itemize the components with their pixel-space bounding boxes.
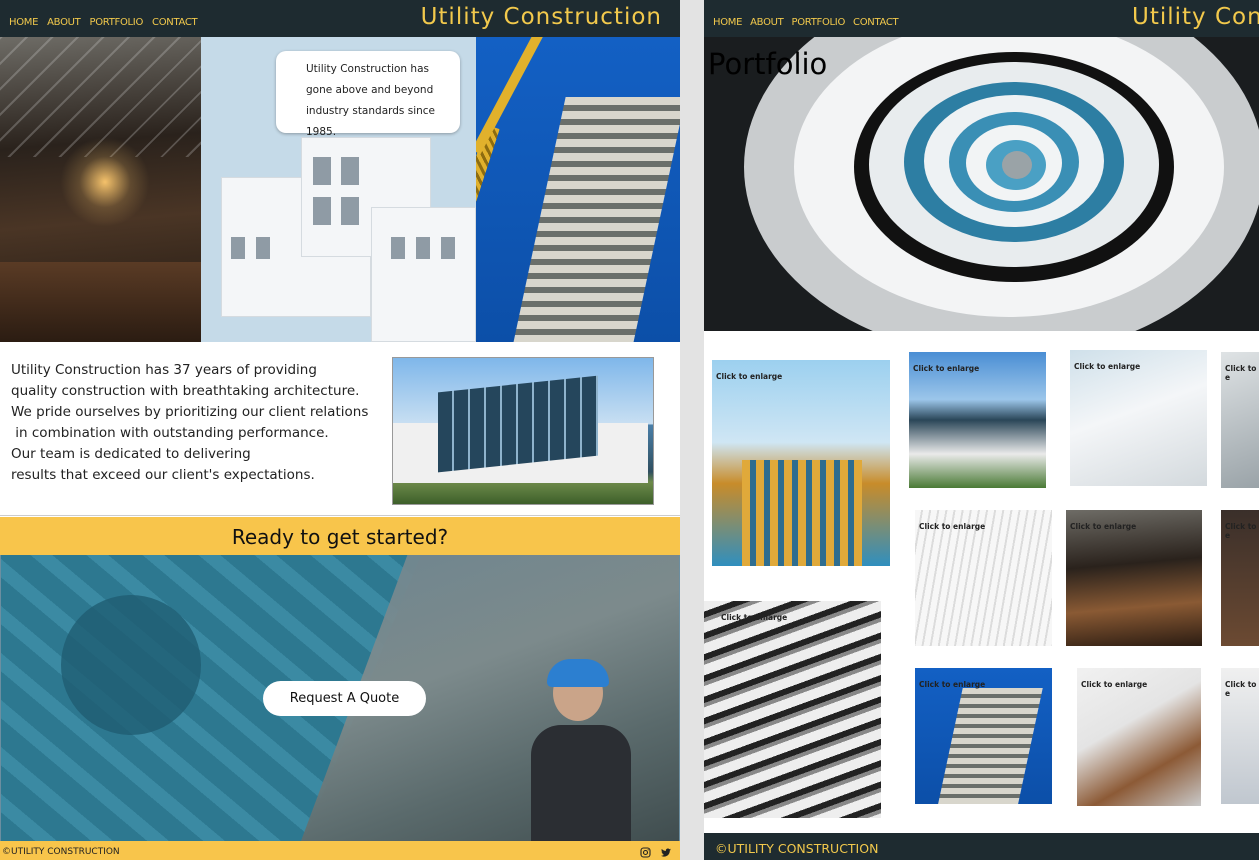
portfolio-thumbnail[interactable]: Click to e (1221, 352, 1259, 488)
page-title: Portfolio (708, 47, 828, 81)
thumbnail-label: Click to enlarge (1074, 362, 1141, 371)
thumbnail-label: Click to e (1225, 522, 1257, 540)
quote-section: Request A Quote (0, 555, 680, 841)
request-quote-button[interactable]: Request A Quote (263, 681, 426, 716)
nav-contact[interactable]: CONTACT (853, 17, 899, 28)
office-building-photo (392, 357, 654, 505)
portfolio-thumbnail[interactable]: Click to enlarge (712, 360, 890, 566)
nav-portfolio[interactable]: PORTFOLIO (791, 17, 845, 28)
top-nav: HOME ABOUT PORTFOLIO CONTACT Utility Con… (0, 0, 680, 37)
portfolio-thumbnail[interactable]: Click to enlarge (1077, 668, 1201, 806)
thumbnail-label: Click to enlarge (716, 372, 783, 381)
cta-heading: Ready to get started? (0, 517, 680, 555)
brand-title[interactable]: Utility Construction (421, 4, 662, 30)
footer: ©UTILITY CONSTRUCTION (704, 833, 1259, 860)
portfolio-thumbnail[interactable]: Click to enlarge (909, 352, 1046, 488)
crane-tower-photo (476, 37, 680, 342)
portfolio-thumbnail[interactable]: Click to e (1221, 510, 1259, 646)
portfolio-thumbnail[interactable]: Click to enlarge (704, 601, 881, 818)
spiral-staircase-banner: Portfolio (704, 37, 1259, 331)
thumbnail-label: Click to enlarge (1081, 680, 1148, 689)
nav-contact[interactable]: CONTACT (152, 17, 198, 28)
portfolio-thumbnail[interactable]: Click to enlarge (1066, 510, 1202, 646)
nav-portfolio[interactable]: PORTFOLIO (89, 17, 143, 28)
top-nav: HOME ABOUT PORTFOLIO CONTACT Utility Con… (704, 0, 1259, 37)
hero-collage: Utility Construction has gone above and … (0, 37, 680, 342)
portfolio-thumbnail[interactable]: Click to e (1221, 668, 1259, 804)
portfolio-page: HOME ABOUT PORTFOLIO CONTACT Utility Con… (704, 0, 1259, 860)
nav-about[interactable]: ABOUT (750, 17, 784, 28)
thumbnail-label: Click to enlarge (919, 680, 986, 689)
about-text: Utility Construction has 37 years of pro… (11, 362, 369, 483)
thumbnail-label: Click to e (1225, 680, 1257, 698)
instagram-icon[interactable] (640, 845, 651, 858)
nav-home[interactable]: HOME (9, 17, 38, 28)
footer: ©UTILITY CONSTRUCTION (0, 841, 680, 860)
thumbnail-label: Click to enlarge (721, 613, 788, 622)
brand-title[interactable]: Utility Cons (1132, 4, 1259, 30)
hero-tagline-bubble: Utility Construction has gone above and … (276, 51, 460, 138)
home-page: HOME ABOUT PORTFOLIO CONTACT Utility Con… (0, 0, 680, 860)
footer-copyright: ©UTILITY CONSTRUCTION (2, 847, 120, 857)
portfolio-thumbnail[interactable]: Click to enlarge (915, 510, 1052, 646)
footer-copyright: ©UTILITY CONSTRUCTION (715, 841, 879, 856)
portfolio-thumbnail[interactable]: Click to enlarge (1070, 350, 1207, 486)
about-section: Utility Construction has 37 years of pro… (0, 342, 680, 516)
nav-about[interactable]: ABOUT (47, 17, 81, 28)
portfolio-thumbnail[interactable]: Click to enlarge (915, 668, 1052, 804)
nav-home[interactable]: HOME (713, 17, 742, 28)
thumbnail-label: Click to enlarge (913, 364, 980, 373)
thumbnail-label: Click to enlarge (1070, 522, 1137, 531)
thumbnail-label: Click to enlarge (919, 522, 986, 531)
twitter-icon[interactable] (661, 845, 672, 857)
interior-photo (0, 37, 201, 342)
thumbnail-label: Click to e (1225, 364, 1257, 382)
